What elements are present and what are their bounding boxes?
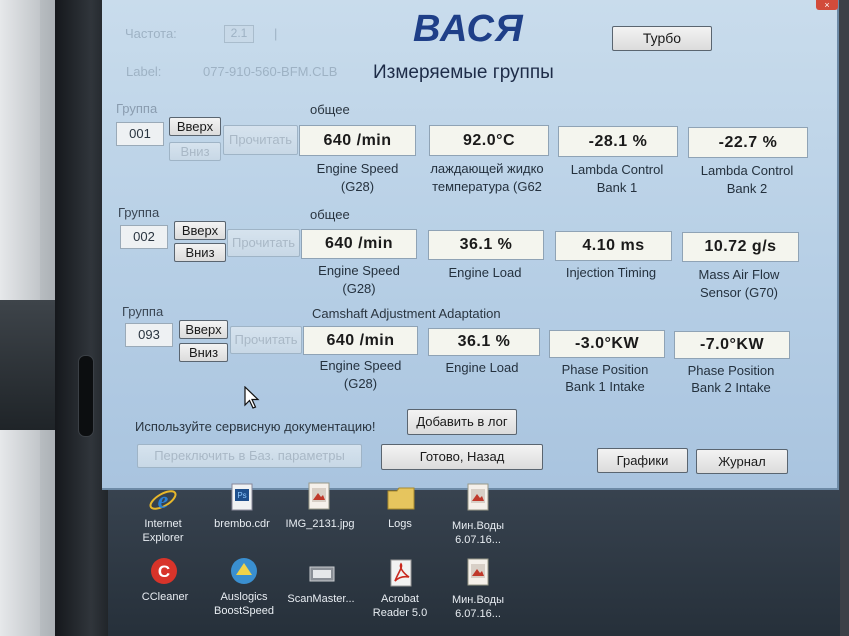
add-to-log-button[interactable]: Добавить в лог [407, 409, 517, 435]
field-caption: Bank 2 [726, 181, 768, 196]
image-file-icon [467, 483, 489, 511]
scanmaster-icon [309, 566, 335, 582]
icon-label: Acrobat [381, 593, 419, 605]
field-caption: Lambda Control [700, 163, 794, 178]
value-field: 10.72 g/s [682, 232, 799, 262]
group-label: Группа [116, 101, 158, 116]
group-down-button[interactable]: Вниз [179, 343, 228, 362]
svg-text:e: e [158, 488, 169, 514]
ps-file-icon: Ps [231, 483, 253, 511]
icon-label: Мин.Воды [452, 594, 504, 606]
group-label: Группа [122, 304, 164, 319]
value-field: 4.10 ms [555, 231, 672, 261]
field-caption: (G28) [340, 179, 375, 194]
window-subtitle: Измеряемые группы [373, 62, 554, 83]
service-notice: Используйте сервисную документацию! [135, 419, 376, 434]
value-field: 640 /min [303, 326, 418, 355]
icon-label: Logs [388, 518, 412, 530]
svg-text:Ps: Ps [237, 491, 246, 500]
icon-label: Explorer [142, 532, 184, 544]
icon-label: Auslogics [220, 591, 268, 603]
field-caption: Lambda Control [570, 162, 664, 177]
value-field: -3.0°KW [549, 330, 665, 358]
folder-icon [387, 487, 415, 510]
icon-label: IMG_2131.jpg [285, 518, 355, 530]
field-caption: Phase Position [687, 363, 775, 378]
icon-label: Internet [144, 518, 182, 530]
image-file-icon [467, 558, 489, 586]
group-up-button[interactable]: Вверх [174, 221, 226, 240]
field-caption: Engine Speed [316, 161, 399, 176]
group-read-button[interactable]: Прочитать [223, 125, 298, 155]
field-caption: Engine Load [448, 265, 522, 280]
field-caption: Engine Load [445, 360, 519, 375]
close-icon[interactable]: × [816, 0, 838, 10]
frequency-label: Частота: [125, 26, 177, 41]
journal-button[interactable]: Журнал [696, 449, 788, 474]
field-caption: лаждающей жидко [430, 161, 544, 176]
group-label: Группа [118, 205, 160, 220]
ie-icon: e [149, 488, 177, 514]
group-down-button[interactable]: Вниз [169, 142, 221, 161]
group-number-input[interactable]: 093 [125, 323, 173, 347]
done-back-button[interactable]: Готово, Назад [381, 444, 543, 470]
field-caption: (G28) [342, 281, 376, 296]
switch-basic-params-button[interactable]: Переключить в Баз. параметры [137, 444, 362, 468]
auslogics-icon [231, 558, 257, 584]
group-heading: общее [310, 207, 350, 222]
value-field: 640 /min [301, 229, 417, 259]
field-caption: Mass Air Flow [698, 267, 780, 282]
field-caption: (G28) [343, 376, 378, 391]
turbo-button[interactable]: Турбо [612, 26, 712, 51]
icon-label: brembo.cdr [214, 518, 270, 530]
image-file-icon [308, 482, 330, 510]
icon-label: BoostSpeed [214, 605, 274, 617]
group-heading: Camshaft Adjustment Adaptation [312, 306, 501, 321]
group-number-input[interactable]: 001 [116, 122, 164, 146]
icon-label: 6.07.16... [455, 534, 501, 546]
field-caption: Injection Timing [565, 265, 657, 280]
field-caption: Bank 1 Intake [565, 379, 645, 394]
field-caption: температура (G62 [432, 179, 542, 194]
field-caption: Engine Speed [319, 358, 402, 373]
svg-text:C: C [158, 562, 170, 581]
label-value: 077-910-560-BFM.CLB [203, 64, 338, 79]
acrobat-icon [390, 559, 412, 587]
field-caption: Sensor (G70) [699, 285, 779, 300]
icon-label: CCleaner [141, 591, 189, 603]
icon-label: Мин.Воды [452, 520, 504, 532]
group-number-input[interactable]: 002 [120, 225, 168, 249]
field-caption: Phase Position [561, 362, 649, 377]
mouse-cursor-icon [244, 386, 260, 409]
value-field: 36.1 % [428, 230, 544, 260]
group-up-button[interactable]: Вверх [169, 117, 221, 136]
app-title: ВАСЯ [413, 8, 524, 50]
field-caption: Bank 2 Intake [691, 380, 771, 395]
value-field: -22.7 % [688, 127, 808, 158]
field-caption: Bank 1 [596, 180, 638, 195]
frequency-separator: | [274, 26, 278, 41]
value-field: 92.0°C [429, 125, 549, 156]
label-caption: Label: [126, 64, 162, 79]
field-caption: Engine Speed [318, 263, 400, 278]
ccleaner-icon: C [151, 558, 177, 584]
value-field: -7.0°KW [674, 331, 790, 359]
icon-label: ScanMaster... [287, 593, 355, 605]
icon-label: 6.07.16... [455, 608, 501, 620]
group-read-button[interactable]: Прочитать [230, 326, 302, 354]
value-field: -28.1 % [558, 126, 678, 157]
group-down-button[interactable]: Вниз [174, 243, 226, 262]
frequency-value: 2.1 [224, 25, 254, 43]
value-field: 36.1 % [428, 328, 540, 356]
group-heading: общее [310, 102, 350, 117]
graphs-button[interactable]: Графики [597, 448, 688, 473]
value-field: 640 /min [299, 125, 416, 156]
group-up-button[interactable]: Вверх [179, 320, 228, 339]
group-read-button[interactable]: Прочитать [227, 229, 300, 257]
icon-label: Reader 5.0 [372, 607, 428, 619]
laptop-latch [78, 355, 94, 437]
